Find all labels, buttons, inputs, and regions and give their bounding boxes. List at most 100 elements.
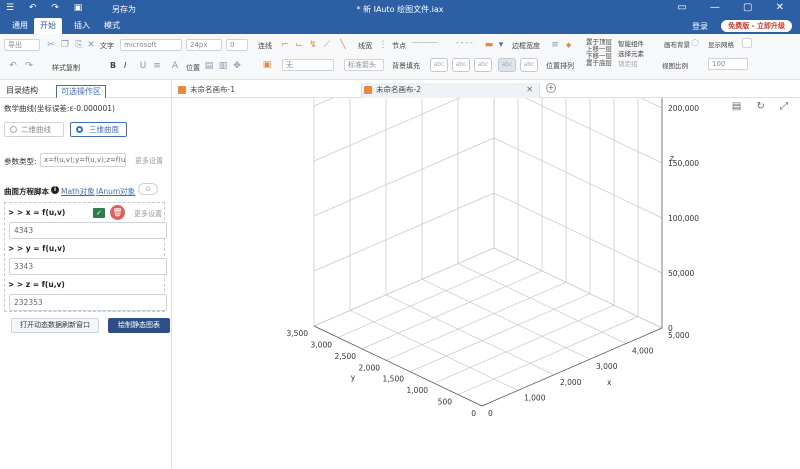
x-axis-line (481, 327, 663, 407)
curve-2d-option[interactable]: 二维曲线 (4, 122, 64, 137)
grid-line-bottom-x (385, 294, 555, 376)
layer-icon[interactable]: ◆ (566, 41, 571, 49)
redo-icon[interactable]: ↷ (24, 61, 34, 71)
smart-component-button[interactable]: 智能组件 (618, 38, 644, 48)
align-left-icon[interactable]: ▤ (204, 61, 214, 71)
zoom-select[interactable]: 100 (708, 58, 748, 70)
bg-fill-dropdown[interactable]: 背景填充 (392, 61, 420, 71)
move-icon[interactable]: ✥ (232, 61, 242, 71)
login-link[interactable]: 登录 (692, 21, 708, 32)
ianum-object-link[interactable]: IAnum对象 (96, 186, 135, 197)
undo-icon[interactable]: ↶ (8, 61, 18, 71)
eq-y-input[interactable]: 3343 (9, 258, 167, 275)
upgrade-button[interactable]: 免费版 - 立即升级 (721, 20, 792, 32)
connector-elbow-icon[interactable]: ⌙ (294, 40, 304, 50)
surface-3d-chart[interactable]: 01,0002,0003,0004,0005,00005001,0001,500… (172, 98, 800, 469)
border-width-icon[interactable]: ≡ (550, 40, 560, 50)
y-tick-label: 0 (471, 409, 476, 418)
window-controls[interactable]: ▭ — ▢ ✕ (677, 2, 794, 13)
more-settings-link-1[interactable]: 更多设置 (135, 156, 163, 166)
y-axis-line (313, 325, 483, 407)
drawing-canvas[interactable]: ▤ ↻ ⤢ 0 1,000 2,000 3,000 4,000 5,000 0 500 1,00… (172, 98, 800, 469)
node-label: 节点 (392, 42, 406, 50)
y-tick-label: 2,000 (359, 363, 381, 372)
line-solid-icon[interactable]: ────── (412, 39, 437, 47)
eq-x-label: > > x = f(u,v) (8, 208, 66, 217)
info-icon[interactable]: i (51, 186, 59, 194)
eq-x-input[interactable]: 4343 (9, 222, 167, 239)
radio-3d[interactable] (76, 126, 83, 133)
x-axis-title: x (607, 378, 612, 387)
grid-line-back-z (313, 137, 495, 217)
grid-line-back-z (313, 98, 334, 107)
menu-mode[interactable]: 模式 (98, 18, 126, 34)
stroke-dropdown-icon[interactable]: ▾ (496, 40, 506, 50)
export-dropdown[interactable]: 导出 (4, 39, 40, 51)
close-tab-icon[interactable]: ✕ (526, 83, 533, 97)
canvas-bg-icon[interactable]: ◌ (690, 38, 700, 48)
fill-select[interactable]: 无 (282, 59, 334, 71)
style-sample-4[interactable]: abc (498, 58, 516, 72)
param-type-input[interactable]: x=f(u,v);y=f(u,v);z=f(u,v) (40, 153, 126, 167)
show-grid-checkbox[interactable] (742, 38, 752, 48)
style-sample-3[interactable]: abc (474, 58, 492, 72)
math-object-link[interactable]: Math对象 (61, 186, 95, 197)
bold-button[interactable]: B (110, 61, 116, 70)
delete-icon[interactable]: 🗑 (110, 205, 125, 220)
grid-line-bottom-x (349, 310, 519, 391)
text-color-icon[interactable]: A (170, 61, 180, 71)
surface-3d-option[interactable]: 三维曲面 (70, 122, 127, 137)
doc-tab-1-label: 未命名画布-1 (190, 85, 235, 94)
menu-insert[interactable]: 插入 (68, 18, 96, 34)
text-label: 文字 (100, 42, 114, 50)
style-sample-2[interactable]: abc (452, 58, 470, 72)
line-dash-icon[interactable]: - - - - (456, 39, 473, 47)
underline-icon[interactable]: U (138, 61, 148, 71)
canvas-icon (178, 86, 186, 94)
grid-line-side-z (640, 98, 663, 109)
menu-general[interactable]: 通用 (6, 18, 34, 34)
x-tick-label: 2,000 (560, 378, 582, 387)
tab-directory[interactable]: 目录结构 (2, 85, 42, 98)
spacing-select[interactable]: 0 (226, 39, 248, 51)
fill-color-icon[interactable]: ▣ (262, 60, 272, 70)
connector-arc-icon[interactable]: ⟋ (322, 40, 332, 50)
connector-line-icon[interactable]: ╲ (338, 40, 348, 50)
delete-icon[interactable]: ✕ (86, 40, 96, 50)
copy-icon[interactable]: ❐ (60, 40, 70, 50)
add-tab-icon[interactable]: + (546, 83, 556, 93)
align-middle-icon[interactable]: ▥ (218, 61, 228, 71)
select-element-button[interactable]: 选择元素 (618, 48, 644, 58)
doc-tab-1[interactable]: 未命名画布-1 (176, 83, 362, 98)
font-family-select[interactable]: microsoft (120, 39, 182, 51)
connector-straight-icon[interactable]: ⌐ (280, 40, 290, 50)
lock-group-button[interactable]: 锁定组 (618, 58, 638, 68)
confirm-icon[interactable]: ✓ (93, 208, 105, 218)
format-brush-button[interactable]: 样式复制 (52, 63, 80, 73)
font-size-select[interactable]: 24px (186, 39, 222, 51)
open-dynamic-refresh-button[interactable]: 打开动态数据刷新窗口 (11, 318, 99, 333)
arrange-dropdown[interactable]: 位置排列 (546, 61, 574, 71)
paste-icon[interactable]: ⎘ (74, 40, 84, 50)
more-settings-link-2[interactable]: 更多设置 (134, 209, 162, 219)
line-pattern-icon[interactable]: ⋮ (378, 40, 388, 50)
doc-tab-2[interactable]: 未命名画布-2 ✕ (362, 83, 540, 98)
arrow-style-select[interactable]: 标准箭头 (344, 59, 384, 71)
eq-z-input[interactable]: 232353 (9, 294, 167, 311)
stroke-color-icon[interactable]: ▬ (484, 40, 494, 50)
y-tick-label: 1,000 (407, 386, 429, 395)
connector-curve-icon[interactable]: ↯ (308, 40, 318, 50)
menu-start[interactable]: 开始 (34, 18, 62, 34)
toggle-icon[interactable]: ⊙ (138, 183, 158, 195)
grid-line-bottom-y (433, 304, 615, 384)
left-panel: 目录结构 可选操作区 数学曲线(坐标误差:ε-0.000001) 二维曲线 三维… (0, 80, 172, 469)
tab-operations[interactable]: 可选操作区 (56, 85, 106, 98)
align-center-icon[interactable]: ≡ (152, 61, 162, 71)
style-sample-1[interactable]: abc (430, 58, 448, 72)
style-sample-5[interactable]: abc (520, 58, 538, 72)
italic-button[interactable]: I (124, 61, 126, 70)
draw-static-chart-button[interactable]: 绘制静态图表 (108, 318, 170, 333)
send-to-back[interactable]: 置于底层 (586, 57, 612, 67)
cut-icon[interactable]: ✂ (46, 40, 56, 50)
radio-2d[interactable] (10, 126, 17, 133)
